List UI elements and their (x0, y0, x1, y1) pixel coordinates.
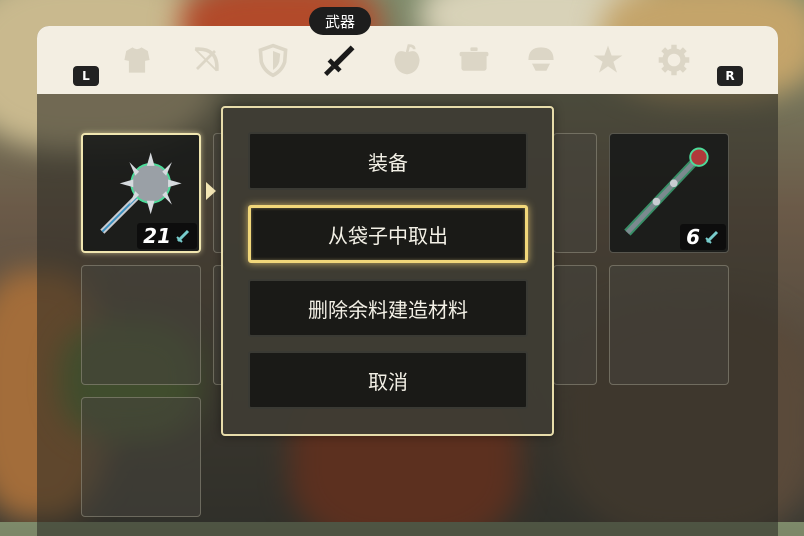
item-slot-empty[interactable] (81, 397, 201, 517)
item-slot-empty[interactable] (609, 265, 729, 385)
category-tab-bar: L R (37, 26, 778, 94)
item-slot-empty[interactable] (553, 133, 597, 253)
durability-badge: 6 (680, 224, 726, 250)
item-context-menu: 装备 从袋子中取出 删除余料建造材料 取消 (221, 106, 554, 436)
menu-equip-button[interactable]: 装备 (248, 132, 528, 190)
right-shoulder-button[interactable]: R (717, 66, 743, 86)
sword-durability-icon (705, 230, 719, 244)
item-slot-spiked-mace[interactable]: 21 (81, 133, 201, 253)
item-slot-empty[interactable] (553, 265, 597, 385)
left-shoulder-button[interactable]: L (73, 66, 99, 86)
menu-take-out-button[interactable]: 从袋子中取出 (248, 205, 528, 263)
shield-icon[interactable] (253, 40, 293, 80)
selection-arrow-icon (206, 182, 216, 200)
bow-icon[interactable] (186, 40, 226, 80)
durability-value: 21 (143, 224, 171, 248)
armor-icon[interactable] (117, 40, 157, 80)
item-slot-magic-rod[interactable]: 6 (609, 133, 729, 253)
key-item-icon[interactable] (521, 40, 561, 80)
durability-value: 6 (686, 225, 700, 249)
star-icon[interactable] (588, 40, 628, 80)
menu-cancel-button[interactable]: 取消 (248, 351, 528, 409)
gear-icon[interactable] (654, 40, 694, 80)
sword-icon[interactable] (320, 40, 360, 80)
sword-durability-icon (176, 229, 190, 243)
durability-badge: 21 (137, 223, 197, 249)
pot-icon[interactable] (454, 40, 494, 80)
item-slot-empty[interactable] (81, 265, 201, 385)
active-tab-label: 武器 (309, 7, 371, 35)
apple-icon[interactable] (387, 40, 427, 80)
menu-delete-materials-button[interactable]: 删除余料建造材料 (248, 279, 528, 337)
